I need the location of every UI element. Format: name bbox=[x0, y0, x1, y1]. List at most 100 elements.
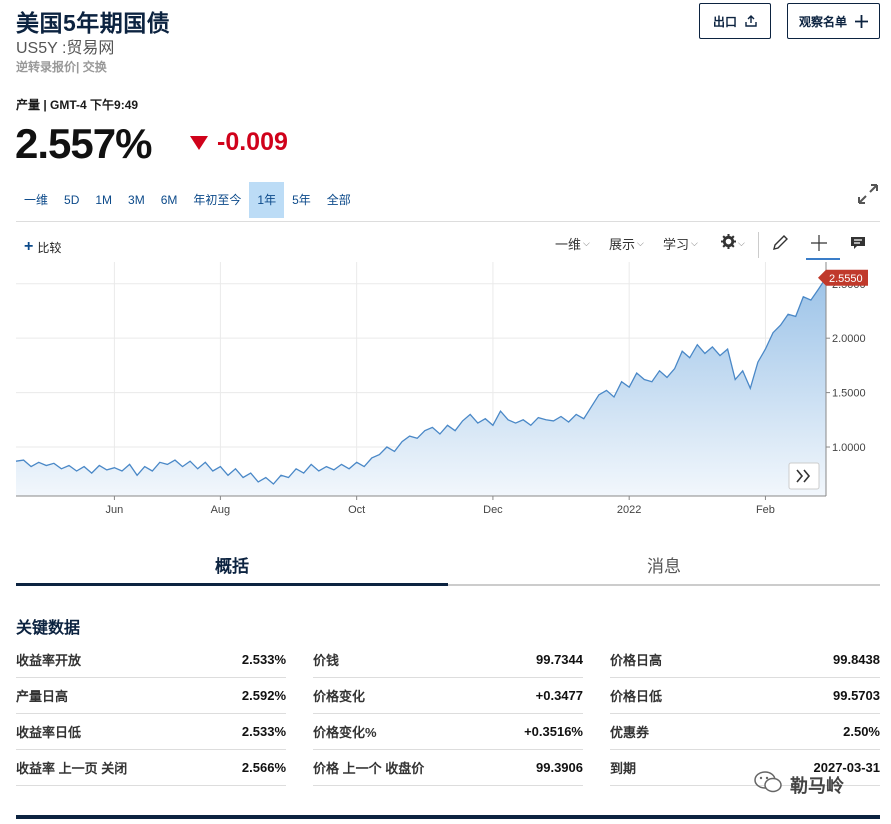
range-selector: 一维 5D 1M 3M 6M 年初至今 1年 5年 全部 bbox=[16, 182, 359, 218]
stat-row: 产量日高 2.592% bbox=[16, 678, 286, 714]
stat-row: 价格日低 99.5703 bbox=[610, 678, 880, 714]
interval-dropdown[interactable]: 一维 ⌵ bbox=[555, 234, 590, 253]
last-price: 2.557% bbox=[15, 120, 152, 167]
stat-value: +0.3477 bbox=[535, 688, 583, 703]
range-1m[interactable]: 1M bbox=[87, 182, 120, 218]
key-data-column-2: 价钱 99.7344 价格变化 +0.3477 价格变化% +0.3516% 价格 上… bbox=[313, 642, 583, 786]
stat-label: 价格变化 bbox=[313, 689, 366, 704]
range-5y[interactable]: 5年 bbox=[284, 182, 319, 218]
chevron-down-icon: ⌵ bbox=[583, 238, 590, 248]
bottom-rule bbox=[16, 815, 880, 819]
y-tick-label: 1.0000 bbox=[832, 442, 866, 454]
studies-label: 学习 bbox=[663, 237, 690, 252]
watermark-text: 勒马岭 bbox=[790, 775, 844, 796]
plus-icon: + bbox=[24, 238, 34, 255]
stat-label: 价格日高 bbox=[610, 653, 663, 668]
draw-tool-button[interactable] bbox=[771, 234, 789, 255]
key-data-column-1: 收益率开放 2.533% 产量日高 2.592% 收益率日低 2.533% 收益率 上… bbox=[16, 642, 286, 786]
x-tick-label: 2022 bbox=[617, 504, 641, 516]
x-tick-label: Oct bbox=[348, 504, 365, 516]
compare-button[interactable]: + 比较 bbox=[24, 238, 61, 256]
export-button[interactable]: 出口 bbox=[699, 3, 771, 39]
down-arrow-icon bbox=[190, 135, 208, 150]
x-tick-label: Jun bbox=[106, 504, 124, 516]
export-label: 出口 bbox=[712, 14, 737, 29]
range-all[interactable]: 全部 bbox=[319, 182, 359, 218]
quote-meta: 产量 | GMT-4 下午9:49 bbox=[16, 98, 139, 112]
y-tick-label: 1.5000 bbox=[832, 388, 866, 400]
stat-row: 价格变化 +0.3477 bbox=[313, 678, 583, 714]
interval-label: 一维 bbox=[555, 237, 582, 252]
chevron-down-icon: ⌵ bbox=[691, 238, 698, 248]
x-tick-label: Feb bbox=[756, 504, 775, 516]
key-data-column-3: 价格日高 99.8438 价格日低 99.5703 优惠券 2.50% 到期 2027-… bbox=[610, 642, 880, 786]
stat-value: 99.7344 bbox=[536, 652, 583, 667]
studies-dropdown[interactable]: 学习 ⌵ bbox=[663, 234, 698, 253]
settings-dropdown[interactable]: ⌵ bbox=[721, 234, 745, 252]
active-tab-indicator bbox=[16, 583, 448, 586]
pencil-icon bbox=[771, 234, 789, 255]
stat-row: 收益率 上一页 关闭 2.566% bbox=[16, 750, 286, 786]
stat-value: 2.533% bbox=[241, 652, 286, 667]
stat-row: 优惠券 2.50% bbox=[610, 714, 880, 750]
stat-row: 收益率日低 2.533% bbox=[16, 714, 286, 750]
divider bbox=[16, 221, 880, 222]
stat-label: 价格 上一个 收盘价 bbox=[313, 761, 425, 776]
page-title: 美国5年期国债 bbox=[16, 10, 171, 36]
content-tabs: 概括 消息 bbox=[16, 553, 880, 587]
compare-label: 比较 bbox=[37, 240, 62, 255]
share-icon bbox=[745, 15, 757, 27]
stat-label: 收益率 上一页 关闭 bbox=[16, 761, 128, 776]
stat-label: 收益率开放 bbox=[16, 653, 82, 668]
scroll-forward-button[interactable] bbox=[788, 462, 820, 490]
range-5d[interactable]: 5D bbox=[56, 182, 87, 218]
range-ytd[interactable]: 年初至今 bbox=[185, 182, 249, 218]
comment-button[interactable] bbox=[849, 234, 867, 255]
key-data-heading: 关键数据 bbox=[16, 620, 81, 637]
tab-overview[interactable]: 概括 bbox=[16, 553, 448, 581]
stat-value: 2.592% bbox=[241, 688, 286, 703]
comment-icon bbox=[849, 234, 867, 255]
tab-underline bbox=[448, 584, 880, 586]
stat-label: 价钱 bbox=[313, 653, 340, 668]
stat-row: 价格变化% +0.3516% bbox=[313, 714, 583, 750]
stat-value: 2.566% bbox=[241, 760, 286, 775]
wechat-icon bbox=[754, 770, 784, 799]
stat-label: 到期 bbox=[610, 761, 637, 776]
watchlist-button[interactable]: 观察名单 bbox=[787, 3, 880, 39]
stat-label: 优惠券 bbox=[610, 725, 650, 740]
stat-label: 收益率日低 bbox=[16, 725, 82, 740]
range-1d[interactable]: 一维 bbox=[16, 182, 56, 218]
chevron-down-icon: ⌵ bbox=[738, 237, 745, 248]
active-tool-indicator bbox=[806, 258, 840, 260]
symbol-line: US5Y :贸易网 bbox=[16, 40, 115, 57]
crosshair-button[interactable] bbox=[810, 234, 828, 255]
watermark: 勒马岭 bbox=[754, 770, 844, 799]
stat-value: 2.50% bbox=[843, 724, 880, 739]
expand-icon[interactable] bbox=[856, 182, 880, 211]
range-1y[interactable]: 1年 bbox=[249, 182, 285, 218]
price-change-value: -0.009 bbox=[217, 128, 288, 156]
plus-icon bbox=[855, 14, 868, 28]
range-3m[interactable]: 3M bbox=[120, 182, 153, 218]
stat-row: 价钱 99.7344 bbox=[313, 642, 583, 678]
stat-value: +0.3516% bbox=[524, 724, 583, 739]
series-area bbox=[16, 277, 826, 496]
yield-chart[interactable]: Jun Aug Oct Dec 2022 Feb 1.0000 1.5000 2.0000 2.5… bbox=[0, 262, 891, 520]
stat-row: 收益率开放 2.533% bbox=[16, 642, 286, 678]
stat-row: 价格 上一个 收盘价 99.3906 bbox=[313, 750, 583, 786]
range-6m[interactable]: 6M bbox=[153, 182, 186, 218]
gear-icon bbox=[721, 234, 736, 252]
x-tick-label: Dec bbox=[483, 504, 503, 516]
stat-label: 价格日低 bbox=[610, 689, 663, 704]
stat-label: 价格变化% bbox=[313, 725, 377, 740]
y-tick-label: 2.0000 bbox=[832, 333, 866, 345]
x-tick-label: Aug bbox=[211, 504, 231, 516]
tab-news[interactable]: 消息 bbox=[448, 553, 880, 581]
stat-value: 99.8438 bbox=[833, 652, 880, 667]
chevron-down-icon: ⌵ bbox=[637, 238, 644, 248]
display-dropdown[interactable]: 展示 ⌵ bbox=[609, 234, 644, 253]
stat-value: 99.5703 bbox=[833, 688, 880, 703]
watchlist-label: 观察名单 bbox=[798, 14, 847, 29]
toolbar-divider bbox=[758, 232, 759, 258]
